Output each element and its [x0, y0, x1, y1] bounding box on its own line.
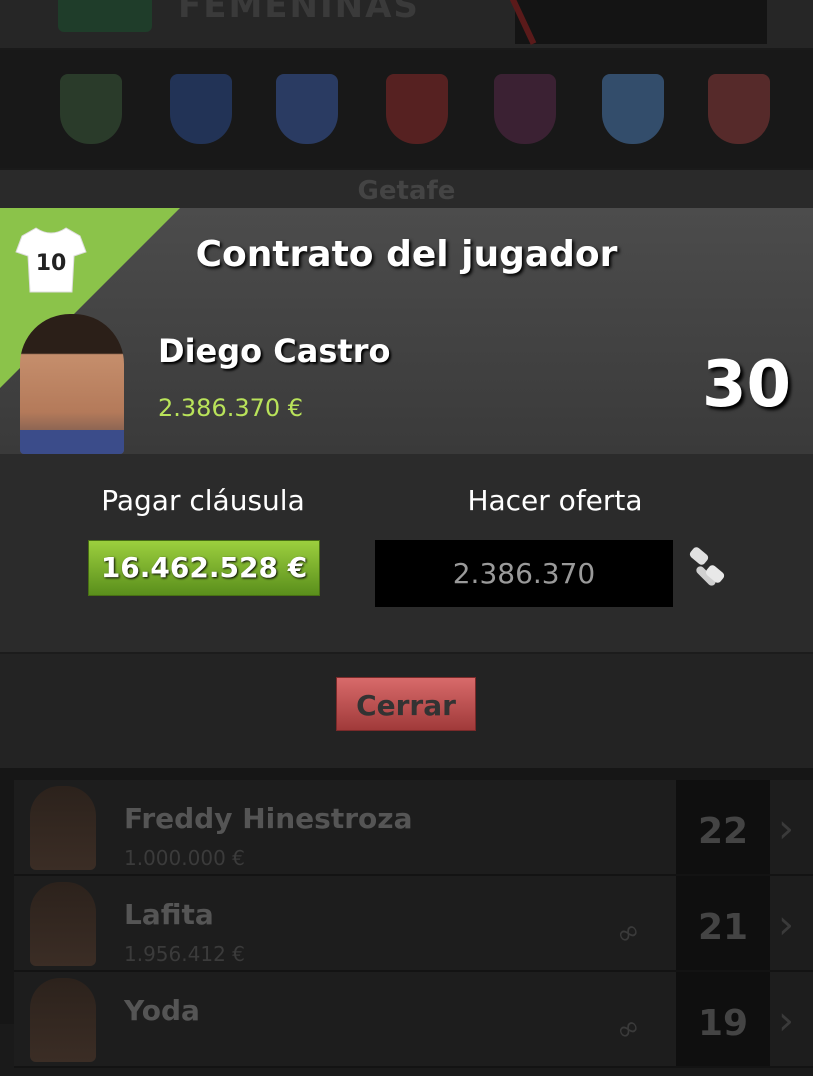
malaga-crest-icon[interactable]: [602, 74, 664, 144]
player-number: 21: [676, 876, 770, 970]
rayo-crest-icon[interactable]: [708, 74, 770, 144]
player-price: 2.386.370 €: [158, 394, 304, 422]
dialog-actions: Pagar cláusula Hacer oferta 16.462.528 €: [0, 454, 813, 652]
player-avatar: [30, 978, 96, 1062]
getafe-crest-icon[interactable]: [276, 74, 338, 144]
player-number: 19: [676, 972, 770, 1066]
auction-hammer-icon[interactable]: [684, 546, 728, 590]
list-item[interactable]: Lafita 1.956.412 € ∞ 21 ›: [14, 876, 813, 972]
link-icon: ∞: [609, 912, 647, 953]
player-photo-shirt: [20, 430, 124, 454]
banner-text: FEMENINAS: [178, 0, 420, 26]
espanyol-crest-icon[interactable]: [170, 74, 232, 144]
granada-crest-icon[interactable]: [386, 74, 448, 144]
player-name: Diego Castro: [158, 332, 391, 370]
banner-image: [515, 0, 767, 44]
offer-amount-input[interactable]: [375, 540, 673, 607]
pay-clause-label: Pagar cláusula: [101, 484, 305, 517]
elche-crest-icon[interactable]: [60, 74, 122, 144]
player-number: 30: [701, 348, 791, 422]
banner-logo: [58, 0, 152, 32]
close-button[interactable]: Cerrar: [336, 677, 476, 731]
levante-crest-icon[interactable]: [494, 74, 556, 144]
player-value: 1.956.412 €: [124, 942, 245, 966]
player-value: 1.000.000 €: [124, 846, 245, 870]
player-list: Freddy Hinestroza 1.000.000 € 22 › Lafit…: [0, 766, 813, 1068]
player-contract-dialog: 10 Contrato del jugador Diego Castro 2.3…: [0, 208, 813, 768]
pay-clause-button[interactable]: 16.462.528 €: [88, 540, 320, 596]
dialog-footer: Cerrar: [0, 652, 813, 768]
player-name: Freddy Hinestroza: [124, 802, 413, 835]
promo-banner[interactable]: FEMENINAS: [0, 0, 813, 48]
link-icon: ∞: [609, 1008, 647, 1049]
player-avatar: [30, 882, 96, 966]
player-avatar: [30, 786, 96, 870]
dialog-header: 10 Contrato del jugador Diego Castro 2.3…: [0, 208, 813, 454]
dialog-title: Contrato del jugador: [195, 234, 618, 275]
player-photo: [20, 314, 124, 454]
list-item[interactable]: Freddy Hinestroza 1.000.000 € 22 ›: [14, 780, 813, 876]
chevron-right-icon: ›: [778, 902, 794, 948]
chevron-right-icon: ›: [778, 998, 794, 1044]
player-name: Lafita: [124, 898, 214, 931]
player-number: 22: [676, 780, 770, 874]
player-name: Yoda: [124, 994, 200, 1027]
make-offer-label: Hacer oferta: [467, 484, 643, 517]
chevron-right-icon: ›: [778, 806, 794, 852]
list-item[interactable]: Yoda ∞ 19 ›: [14, 972, 813, 1068]
selected-team-label: Getafe: [0, 170, 813, 208]
